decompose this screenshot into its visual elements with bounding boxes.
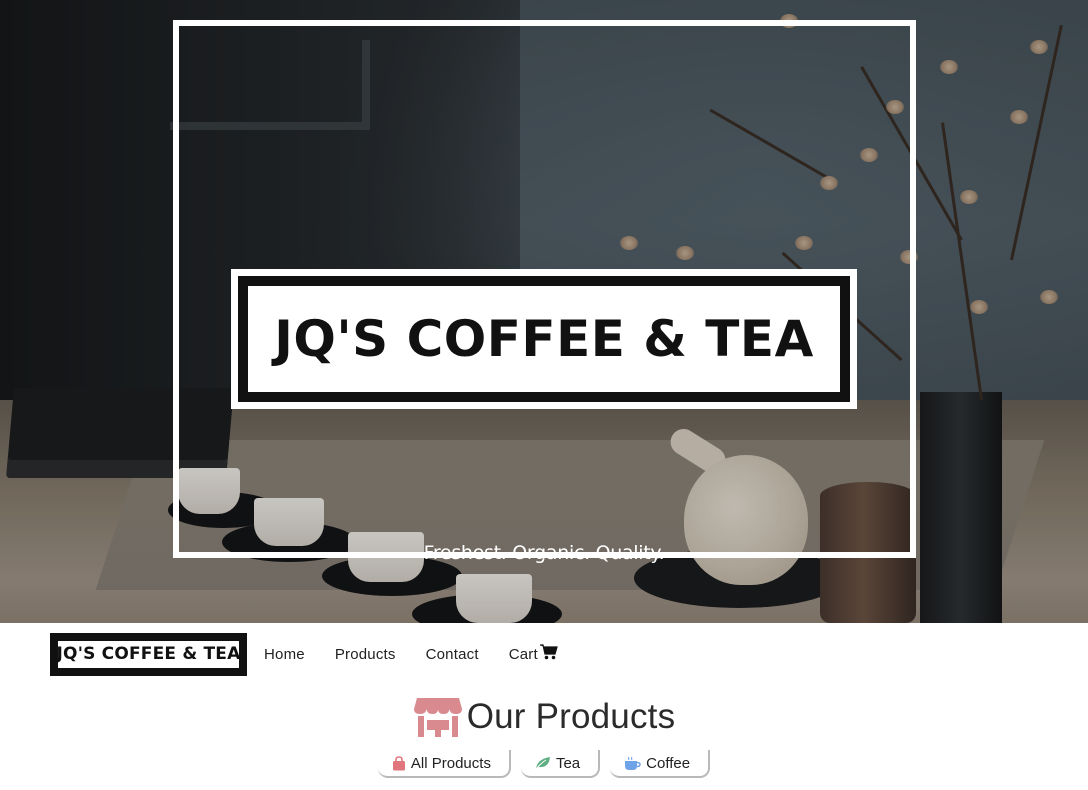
filter-tea-label: Tea (555, 754, 581, 772)
product-filters: All Products Tea Coffee (0, 750, 1088, 780)
hero-banner: Freshest. Organic. Quality. JQ'S COFFEE … (0, 0, 1088, 623)
nav-links: Home Products Contact Cart (264, 644, 588, 664)
store-icon (413, 696, 463, 738)
shopping-bag-icon (392, 755, 406, 771)
hero-logo: JQ'S COFFEE & TEA (231, 269, 857, 409)
products-title: Our Products (466, 697, 676, 736)
hero-title: JQ'S COFFEE & TEA (248, 286, 840, 392)
leaf-icon (535, 756, 551, 770)
hero-logo-border: JQ'S COFFEE & TEA (238, 276, 850, 402)
filter-coffee-button[interactable]: Coffee (610, 750, 711, 778)
nav-link-home[interactable]: Home (264, 646, 305, 663)
products-heading: Our Products (0, 693, 1088, 741)
nav-link-products[interactable]: Products (335, 646, 396, 663)
shopping-cart-icon (539, 644, 558, 664)
filter-all-products-label: All Products (410, 754, 491, 772)
nav-link-contact[interactable]: Contact (426, 646, 479, 663)
brand-logo[interactable]: JQ'S COFFEE & TEA (48, 630, 249, 678)
filter-all-products-button[interactable]: All Products (377, 750, 511, 778)
nav-link-cart[interactable]: Cart (509, 644, 558, 664)
navbar: JQ'S COFFEE & TEA Home Products Contact … (0, 623, 1088, 685)
coffee-cup-icon (624, 756, 641, 771)
hero-tagline: Freshest. Organic. Quality. (423, 542, 665, 564)
filter-coffee-label: Coffee (646, 754, 691, 772)
nav-link-cart-label: Cart (508, 645, 538, 663)
filter-tea-button[interactable]: Tea (520, 750, 601, 778)
